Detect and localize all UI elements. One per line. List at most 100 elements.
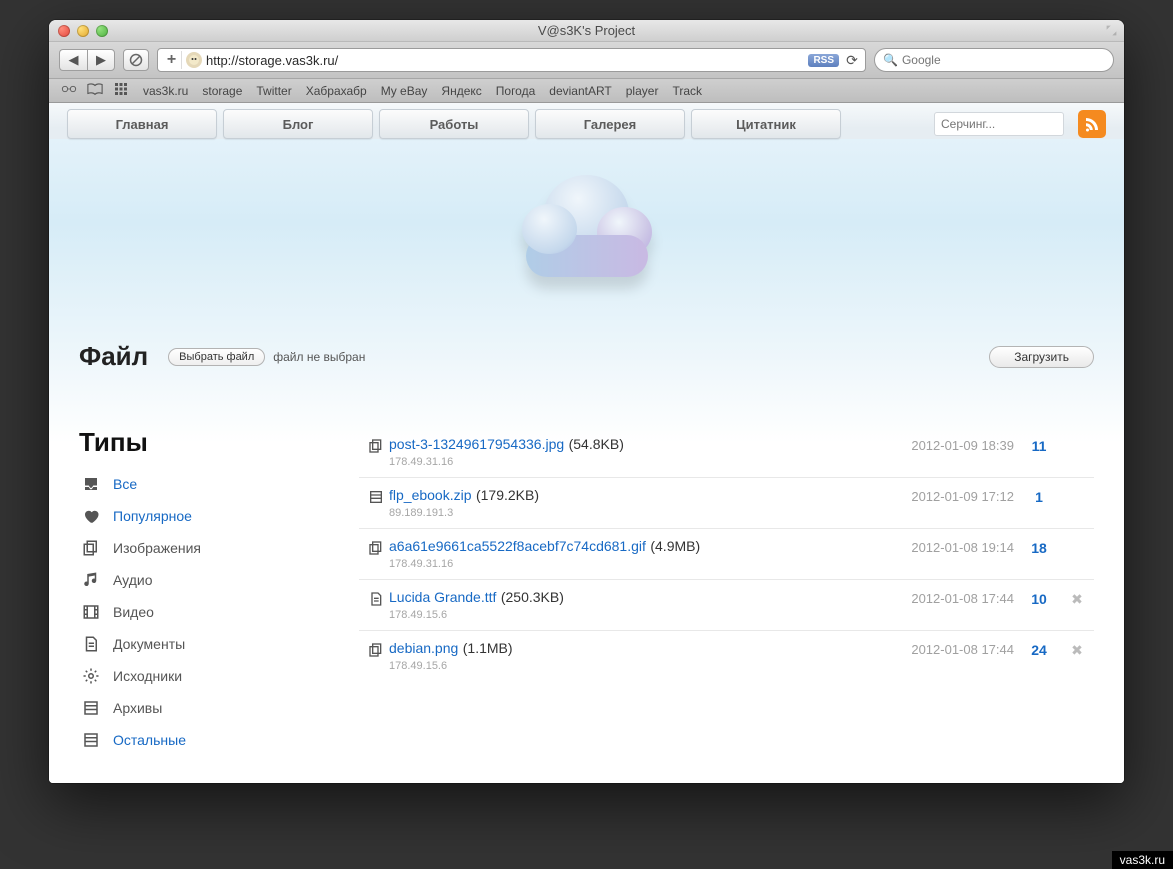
bookmark-item[interactable]: storage [202, 84, 242, 98]
bookmark-item[interactable]: vas3k.ru [143, 84, 188, 98]
file-size: (1.1MB) [463, 640, 513, 656]
file-count[interactable]: 18 [1014, 538, 1064, 556]
type-label: Популярное [113, 508, 192, 524]
type-label: Аудио [113, 572, 153, 588]
nav-tab[interactable]: Галерея [535, 109, 685, 139]
delete-icon[interactable]: ✖ [1064, 640, 1090, 659]
nav-tab[interactable]: Главная [67, 109, 217, 139]
types-sidebar: Типы ВсеПопулярноеИзображенияАудиоВидеоД… [79, 427, 329, 756]
bookmark-item[interactable]: Погода [496, 84, 536, 98]
reload-button[interactable]: ⟳ [843, 52, 861, 69]
file-heading: Файл [79, 341, 148, 372]
url-text[interactable]: http://storage.vas3k.ru/ [206, 53, 808, 68]
page-content: ГлавнаяБлогРаботыГалереяЦитатник Файл Вы… [49, 103, 1124, 783]
type-label: Исходники [113, 668, 182, 684]
upload-bar: Файл Выбрать файл файл не выбран Загрузи… [49, 329, 1124, 372]
inbox-icon [81, 475, 101, 493]
file-date: 2012-01-08 17:44 [854, 589, 1014, 606]
type-item[interactable]: Архивы [79, 692, 329, 724]
nav-tab[interactable]: Блог [223, 109, 373, 139]
file-name-link[interactable]: flp_ebook.zip [389, 487, 472, 503]
grid-icon[interactable] [113, 82, 129, 99]
choose-file-button[interactable]: Выбрать файл [168, 348, 265, 366]
file-ip: 178.49.31.16 [389, 456, 854, 468]
file-count[interactable]: 1 [1014, 487, 1064, 505]
stop-button[interactable] [123, 49, 149, 71]
delete-icon[interactable]: ✖ [1064, 589, 1090, 608]
bookmarks-bar: vas3k.ru storage Twitter Хабрахабр My eBay Ян… [49, 79, 1124, 103]
file-ip: 89.189.191.3 [389, 507, 854, 519]
titlebar: V@s3K's Project [49, 20, 1124, 42]
file-name-link[interactable]: a6a61e9661ca5522f8acebf7c74cd681.gif [389, 538, 646, 554]
delete-icon [1064, 436, 1090, 438]
type-item[interactable]: Аудио [79, 564, 329, 596]
copy-icon [363, 538, 389, 556]
file-count[interactable]: 10 [1014, 589, 1064, 607]
bookbar-icons [61, 82, 129, 99]
file-ip: 178.49.15.6 [389, 609, 854, 621]
back-button[interactable]: ◀ [59, 49, 87, 71]
bookmark-item[interactable]: player [626, 84, 659, 98]
archive-icon [81, 731, 101, 749]
add-bookmark-button[interactable]: + [162, 51, 182, 69]
site-search[interactable] [934, 112, 1064, 136]
nav-tab[interactable]: Цитатник [691, 109, 841, 139]
archive-icon [363, 487, 389, 505]
doc-icon [363, 589, 389, 607]
address-bar[interactable]: + http://storage.vas3k.ru/ RSS ⟳ [157, 48, 866, 72]
music-icon [81, 571, 101, 589]
type-item[interactable]: Популярное [79, 500, 329, 532]
file-count[interactable]: 11 [1014, 436, 1064, 454]
bookmark-item[interactable]: My eBay [381, 84, 428, 98]
browser-search[interactable]: 🔍 [874, 48, 1114, 72]
file-date: 2012-01-09 18:39 [854, 436, 1014, 453]
type-label: Изображения [113, 540, 201, 556]
forward-button[interactable]: ▶ [87, 49, 115, 71]
bookmark-item[interactable]: deviantART [549, 84, 611, 98]
type-item[interactable]: Изображения [79, 532, 329, 564]
file-name-link[interactable]: post-3-13249617954336.jpg [389, 436, 564, 452]
hero [49, 139, 1124, 329]
bookmark-item[interactable]: Track [672, 84, 702, 98]
type-label: Все [113, 476, 137, 492]
copy-icon [363, 436, 389, 454]
no-file-label: файл не выбран [273, 350, 365, 364]
doc-icon [81, 635, 101, 653]
glasses-icon[interactable] [61, 82, 77, 99]
site: ГлавнаяБлогРаботыГалереяЦитатник Файл Вы… [49, 103, 1124, 783]
browser-search-input[interactable] [902, 53, 1105, 67]
browser-window: V@s3K's Project ◀ ▶ + http://storage.vas… [49, 20, 1124, 783]
watermark: vas3k.ru [1112, 851, 1173, 869]
type-item[interactable]: Все [79, 468, 329, 500]
heart-icon [81, 507, 101, 525]
file-row: Lucida Grande.ttf (250.3KB) 178.49.15.620… [359, 580, 1094, 631]
gear-icon [81, 667, 101, 685]
bookmark-item[interactable]: Twitter [256, 84, 291, 98]
type-item[interactable]: Видео [79, 596, 329, 628]
nav-back-forward: ◀ ▶ [59, 49, 115, 71]
rss-icon[interactable] [1078, 110, 1106, 138]
file-size: (4.9MB) [650, 538, 700, 554]
type-item[interactable]: Исходники [79, 660, 329, 692]
file-count[interactable]: 24 [1014, 640, 1064, 658]
file-name-link[interactable]: debian.png [389, 640, 458, 656]
rss-badge[interactable]: RSS [808, 54, 839, 67]
fullscreen-icon[interactable] [1105, 24, 1118, 37]
bookmark-item[interactable]: Хабрахабр [306, 84, 367, 98]
book-icon[interactable] [87, 82, 103, 99]
site-search-input[interactable] [941, 117, 1096, 131]
bookmark-item[interactable]: Яндекс [441, 84, 481, 98]
type-item[interactable]: Остальные [79, 724, 329, 756]
file-ip: 178.49.31.16 [389, 558, 854, 570]
file-row: a6a61e9661ca5522f8acebf7c74cd681.gif (4.… [359, 529, 1094, 580]
nav-tab[interactable]: Работы [379, 109, 529, 139]
archive-icon [81, 699, 101, 717]
upload-button[interactable]: Загрузить [989, 346, 1094, 368]
type-label: Остальные [113, 732, 186, 748]
type-item[interactable]: Документы [79, 628, 329, 660]
file-name-link[interactable]: Lucida Grande.ttf [389, 589, 496, 605]
file-ip: 178.49.15.6 [389, 660, 854, 672]
favicon-icon [186, 52, 202, 68]
file-date: 2012-01-08 19:14 [854, 538, 1014, 555]
file-size: (250.3KB) [501, 589, 564, 605]
